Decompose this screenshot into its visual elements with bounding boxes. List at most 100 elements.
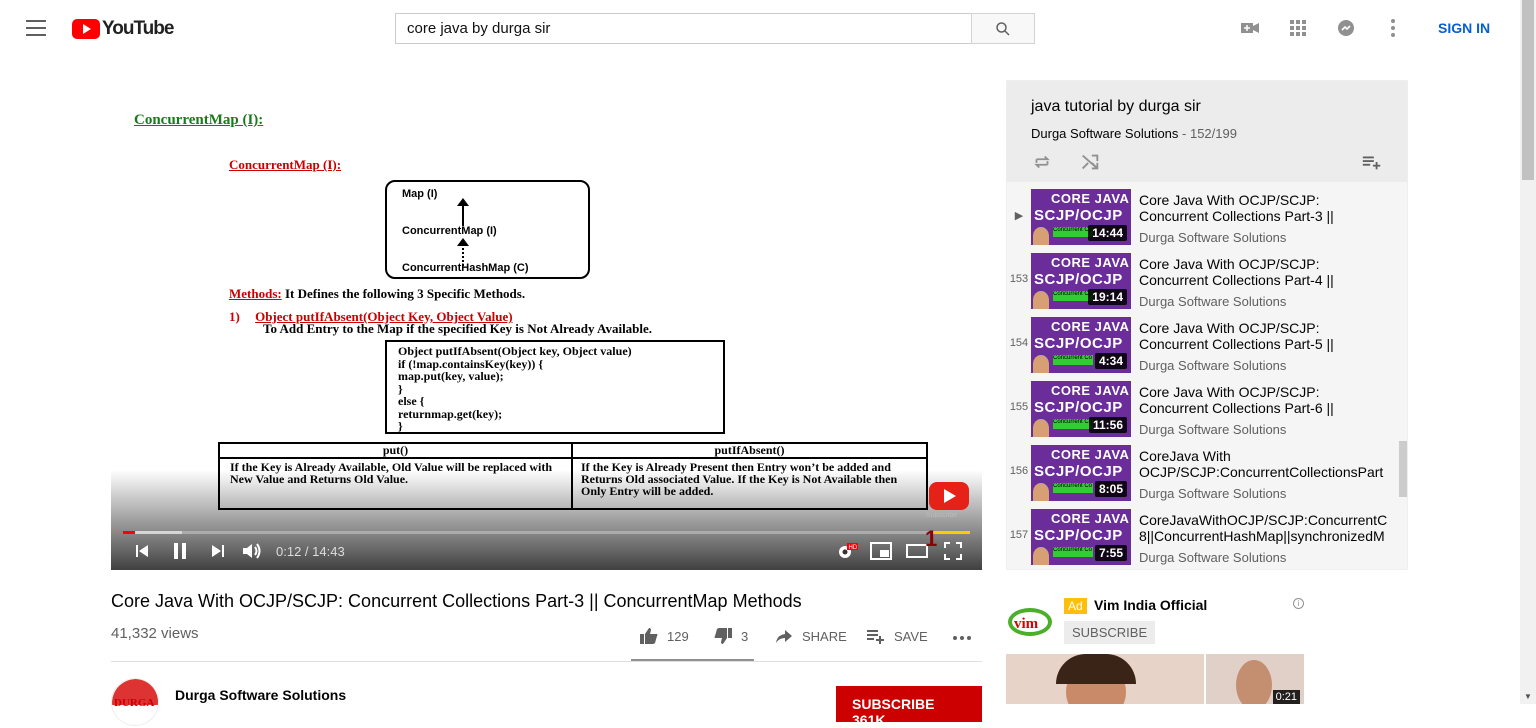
info-icon[interactable]: i — [1293, 598, 1304, 609]
playlist-item-channel: Durga Software Solutions — [1139, 230, 1287, 245]
channel-name[interactable]: Durga Software Solutions — [175, 687, 346, 703]
subscribe-watermark[interactable] — [929, 482, 969, 510]
slide-heading: ConcurrentMap (I): — [134, 112, 264, 128]
fullscreen-button[interactable] — [941, 540, 965, 562]
sign-in-button[interactable]: SIGN IN — [1438, 20, 1490, 36]
save-playlist-button[interactable] — [1361, 151, 1383, 178]
miniplayer-icon — [870, 542, 892, 560]
thumbs-up-icon — [640, 628, 658, 644]
divider — [111, 661, 982, 662]
view-count: 41,332 views — [111, 625, 199, 642]
scrollbar-thumb[interactable] — [1522, 0, 1534, 180]
create-video-icon[interactable] — [1238, 16, 1262, 40]
playlist-scrollbar[interactable] — [1399, 441, 1407, 497]
thumb-line1: CORE JAVA — [1051, 511, 1130, 526]
page-scrollbar[interactable]: ▼ — [1520, 0, 1536, 704]
previous-button[interactable] — [131, 540, 153, 562]
thumb-tag: Concurrent Co — [1053, 547, 1093, 557]
share-button[interactable]: SHARE — [774, 626, 847, 646]
playlist-item-thumbnail[interactable]: CORE JAVA SCJP/OCJP Concurrent Co 7:55 — [1031, 509, 1131, 565]
methods-line: Methods: It Defines the following 3 Spec… — [229, 286, 525, 302]
playlist-item[interactable]: 157 CORE JAVA SCJP/OCJP Concurrent Co 7:55 Co… — [1007, 505, 1407, 569]
playlist-item-title[interactable]: Core Java With OCJP/SCJP: Concurrent Col… — [1139, 256, 1387, 288]
thumb-line2: SCJP/OCJP — [1034, 207, 1123, 224]
playlist-item-title[interactable]: CoreJava With OCJP/SCJP:ConcurrentCollec… — [1139, 448, 1387, 480]
playlist-item[interactable]: 155 CORE JAVA SCJP/OCJP Concurrent Co 11:56 C… — [1007, 377, 1407, 441]
video-player[interactable]: ConcurrentMap (I): ConcurrentMap (I): Ma… — [111, 80, 982, 570]
search-button[interactable] — [971, 13, 1035, 44]
youtube-logo[interactable]: YouTube — [72, 18, 174, 40]
playlist-item[interactable]: 154 CORE JAVA SCJP/OCJP Concurrent Co 4:34 Co… — [1007, 313, 1407, 377]
playlist-item-thumbnail[interactable]: CORE JAVA SCJP/OCJP Concurrent Co 8:05 — [1031, 445, 1131, 501]
playlist-item-title[interactable]: Core Java With OCJP/SCJP: Concurrent Col… — [1139, 320, 1387, 352]
playlist-item[interactable]: 153 CORE JAVA SCJP/OCJP Concurrent Co 19:14 C… — [1007, 249, 1407, 313]
playlist-item[interactable]: ▶ CORE JAVA SCJP/OCJP Concurrent Co 14:44 Cor… — [1007, 185, 1407, 249]
ad-logo[interactable]: vim — [1006, 600, 1054, 640]
code-line: returnmap.get(key); — [398, 406, 503, 421]
playlist-add-icon — [1362, 156, 1381, 170]
messages-icon[interactable] — [1334, 16, 1358, 40]
pause-icon — [174, 543, 186, 559]
menu-icon[interactable] — [26, 20, 46, 36]
playlist-title[interactable]: java tutorial by durga sir — [1031, 98, 1201, 116]
next-icon — [212, 545, 224, 557]
playlist-item-thumbnail[interactable]: CORE JAVA SCJP/OCJP Concurrent Co 4:34 — [1031, 317, 1131, 373]
masthead: YouTube SIGN IN — [0, 0, 1520, 56]
channel-avatar[interactable]: DURGA — [111, 678, 159, 726]
playlist-item-index: 153 — [1009, 273, 1029, 285]
progress-bar[interactable] — [123, 531, 970, 534]
pause-button[interactable] — [169, 540, 191, 562]
more-vert-icon[interactable] — [1381, 16, 1405, 40]
playlist-item-thumbnail[interactable]: CORE JAVA SCJP/OCJP Concurrent Co 11:56 — [1031, 381, 1131, 437]
thumb-face-image — [1033, 291, 1049, 309]
thumb-line2: SCJP/OCJP — [1034, 399, 1123, 416]
youtube-play-icon — [72, 19, 100, 39]
thumb-line1: CORE JAVA — [1051, 319, 1130, 334]
ad-logo-text: vim — [1014, 616, 1039, 632]
ad-card[interactable]: vim Ad Vim India Official i SUBSCRIBE 0:… — [1006, 592, 1408, 704]
playlist-item-duration: 7:55 — [1094, 545, 1127, 561]
ad-thumbnail-2[interactable]: 0:21 — [1206, 654, 1304, 704]
ad-hair-image — [1056, 654, 1136, 684]
settings-button[interactable]: HD — [835, 540, 859, 562]
miniplayer-button[interactable] — [869, 540, 893, 562]
dislike-count: 3 — [741, 628, 749, 644]
avatar-text: DURGA — [114, 697, 155, 709]
subscribe-button[interactable]: SUBSCRIBE 361K — [836, 686, 982, 728]
advertiser-name[interactable]: Vim India Official — [1094, 597, 1207, 613]
thumb-line2: SCJP/OCJP — [1034, 463, 1123, 480]
thumb-line1: CORE JAVA — [1051, 191, 1130, 206]
fullscreen-icon — [944, 542, 962, 560]
save-button[interactable]: SAVE — [866, 626, 928, 646]
more-actions-button[interactable] — [951, 626, 973, 646]
playlist-position: - 152/199 — [1178, 126, 1237, 141]
like-count: 129 — [667, 628, 689, 644]
ad-badge: Ad — [1064, 598, 1087, 614]
next-button[interactable] — [207, 540, 229, 562]
method-number: 1) — [229, 309, 240, 324]
playlist-item-thumbnail[interactable]: CORE JAVA SCJP/OCJP Concurrent Co 19:14 — [1031, 253, 1131, 309]
volume-button[interactable] — [241, 540, 263, 562]
playlist-item-thumbnail[interactable]: CORE JAVA SCJP/OCJP Concurrent Co 14:44 — [1031, 189, 1131, 245]
playlist-item[interactable]: 156 CORE JAVA SCJP/OCJP Concurrent Co 8:05 Co… — [1007, 441, 1407, 505]
hierarchy-concurrenthashmap: ConcurrentHashMap (C) — [402, 262, 529, 274]
dislike-button[interactable]: 3 — [713, 626, 748, 646]
search-input[interactable] — [395, 13, 971, 44]
playlist-item-title[interactable]: Core Java With OCJP/SCJP: Concurrent Col… — [1139, 384, 1387, 416]
like-button[interactable]: 129 — [639, 626, 689, 646]
playlist-item-title[interactable]: CoreJavaWithOCJP/SCJP:ConcurrentC 8||Con… — [1139, 512, 1387, 544]
scroll-down-arrow-icon[interactable]: ▼ — [1524, 692, 1532, 701]
code-line: map.put(key, value); — [398, 369, 504, 383]
thumb-tag: Concurrent Co — [1053, 291, 1093, 301]
loop-button[interactable] — [1031, 151, 1053, 178]
apps-icon[interactable] — [1286, 16, 1310, 40]
table-header: putIfAbsent() — [573, 444, 926, 459]
ad-thumbnail[interactable] — [1006, 654, 1204, 704]
playlist-item-title[interactable]: Core Java With OCJP/SCJP: Concurrent Col… — [1139, 192, 1387, 224]
shuffle-button[interactable] — [1079, 151, 1101, 178]
ad-subscribe-button[interactable]: SUBSCRIBE — [1064, 621, 1156, 644]
thumb-face-image — [1033, 227, 1049, 245]
playlist-item-duration: 14:44 — [1088, 225, 1127, 241]
playlist-owner[interactable]: Durga Software Solutions — [1031, 126, 1178, 141]
code-line: Object putIfAbsent(Object key, Object va… — [398, 344, 632, 358]
